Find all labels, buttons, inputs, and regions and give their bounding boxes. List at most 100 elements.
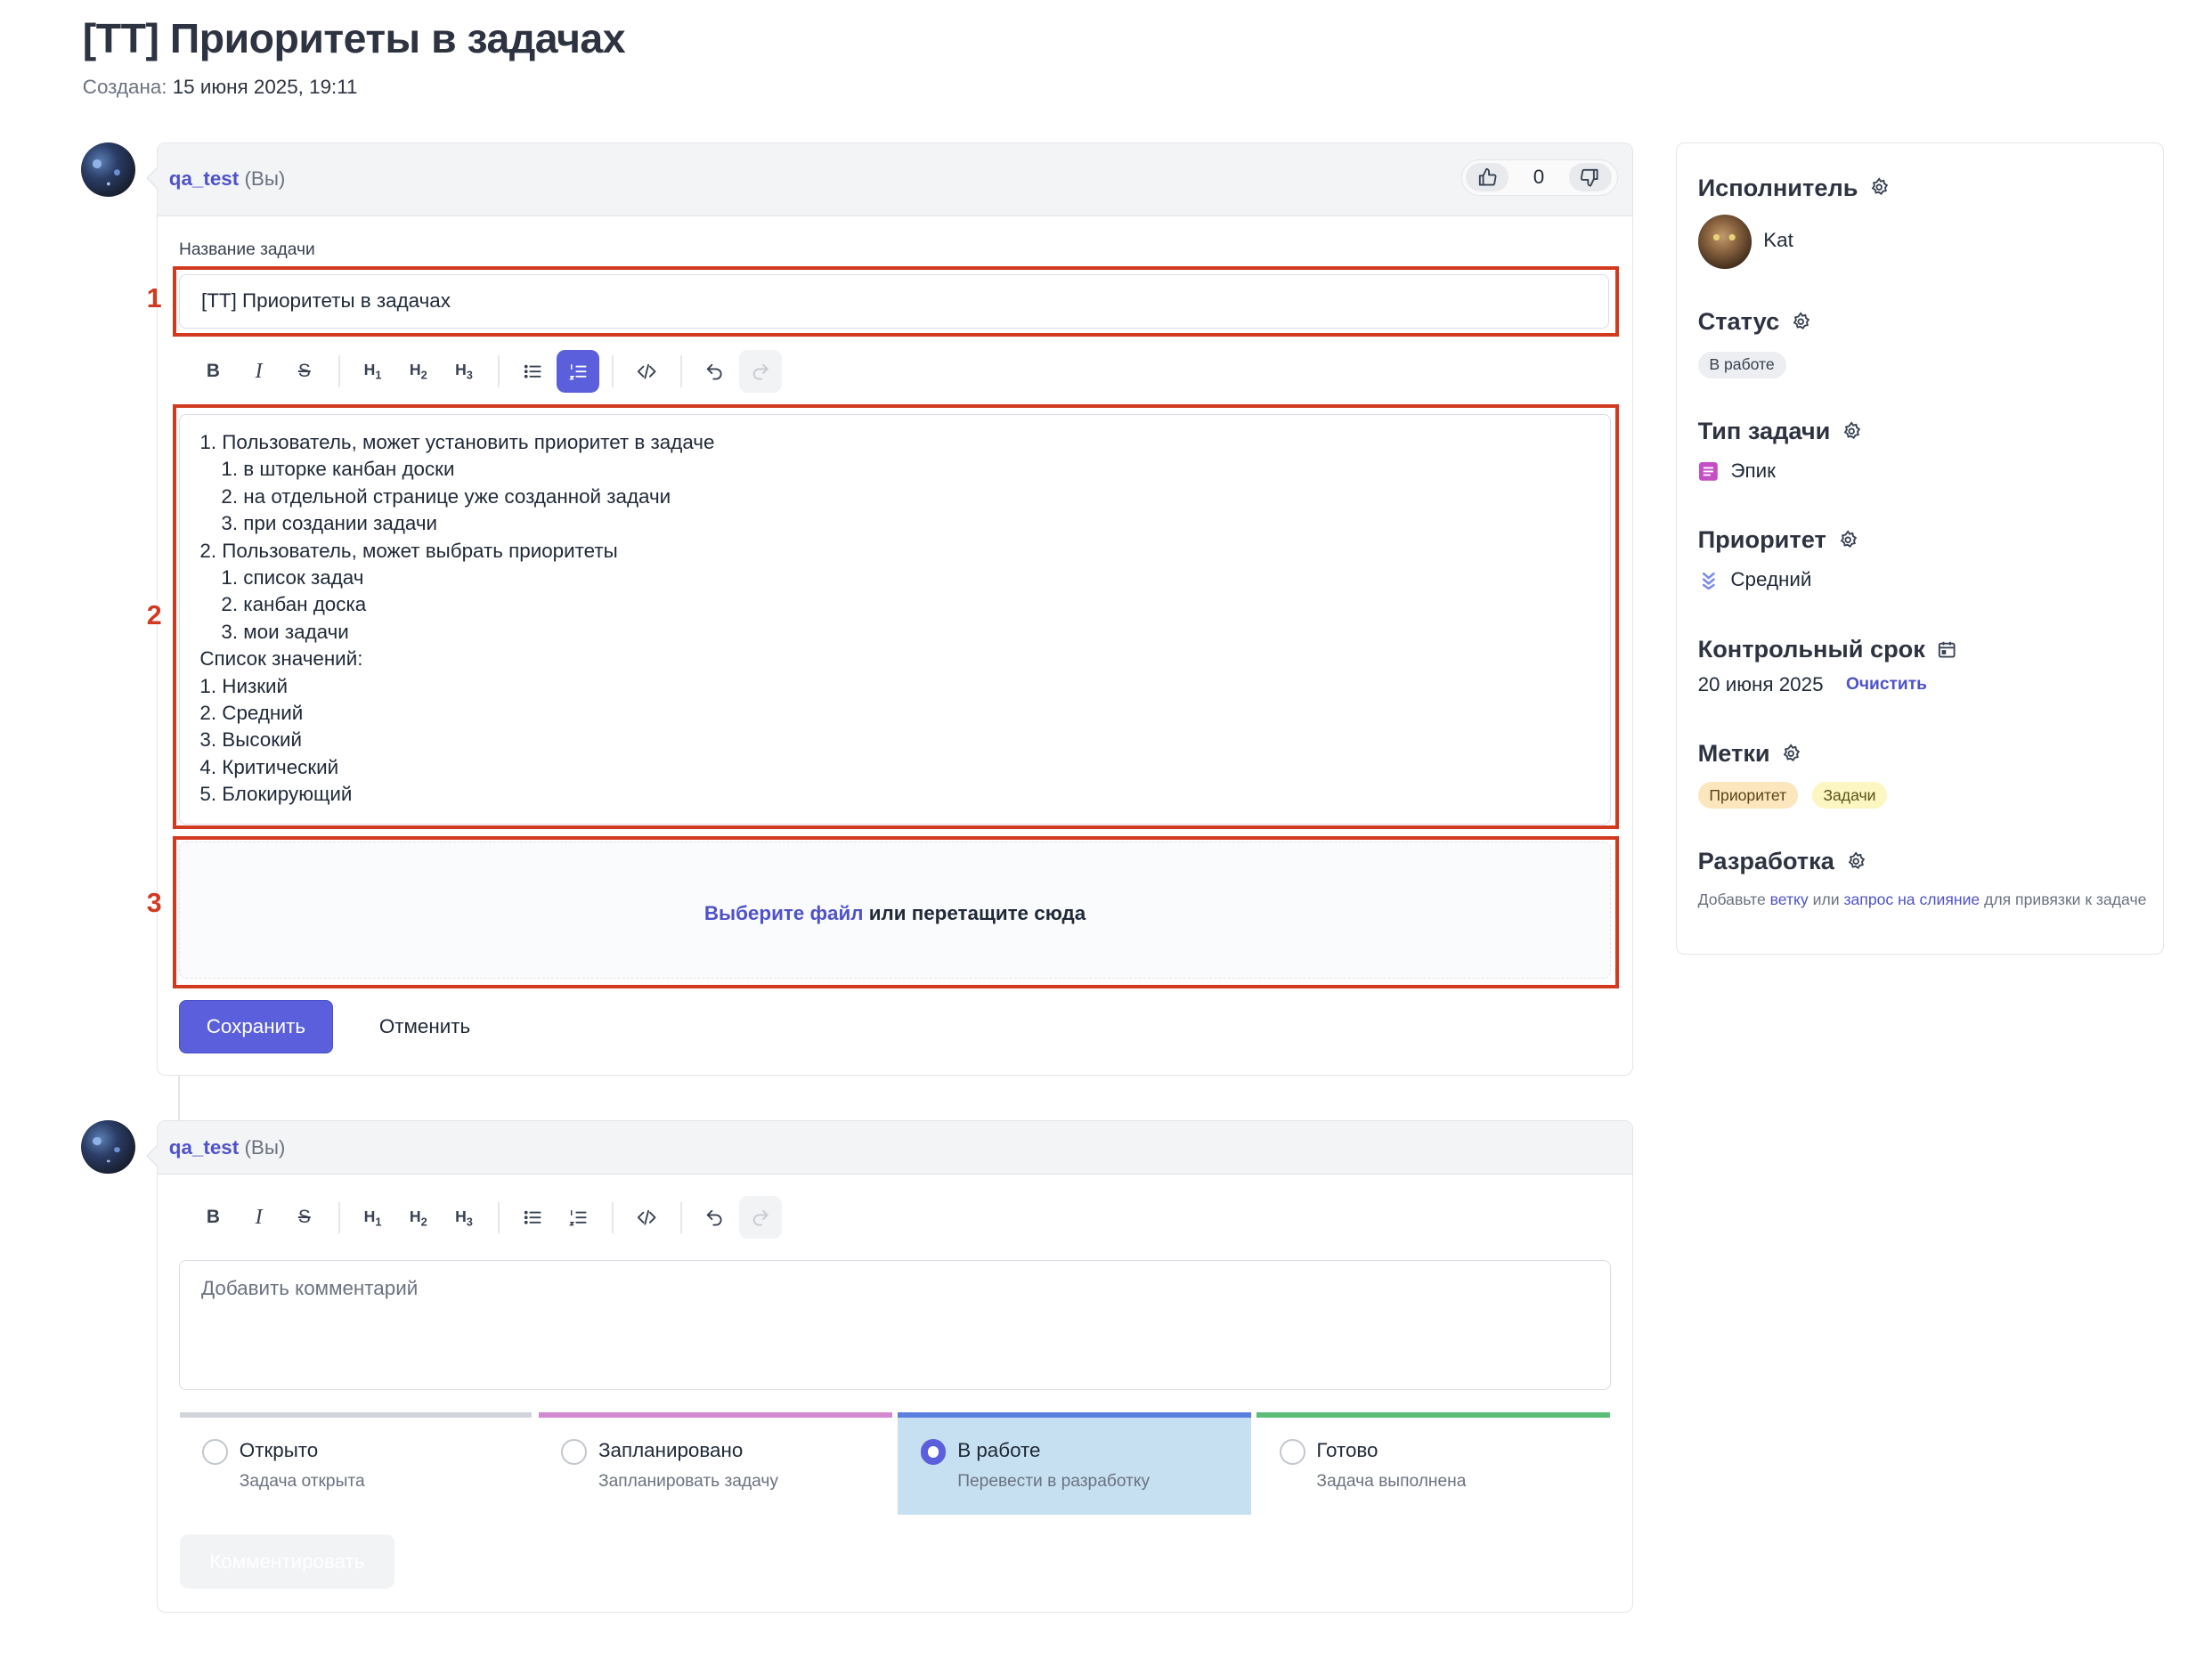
annotation-box-1	[172, 266, 1619, 337]
development-hint: Добавьте ветку или запрос на слияние для…	[1698, 889, 2151, 910]
bullet-list-button[interactable]	[511, 350, 554, 393]
comment-placeholder: Добавить комментарий	[201, 1276, 419, 1299]
redo-button[interactable]	[738, 1196, 782, 1240]
thumbs-down-icon	[1581, 168, 1598, 187]
vote-widget: 0	[1460, 159, 1618, 197]
toolbar-divider	[612, 355, 614, 387]
h2-level: 2	[420, 1215, 427, 1229]
dislike-button[interactable]	[1568, 162, 1612, 191]
assignee-avatar[interactable]	[1697, 215, 1753, 269]
italic-button[interactable]: I	[238, 350, 281, 393]
avatar[interactable]	[81, 142, 135, 197]
bold-button[interactable]: B	[191, 1196, 234, 1239]
thumbs-up-icon	[1479, 167, 1497, 186]
h3-button[interactable]: H3	[443, 350, 485, 393]
status-radio[interactable]	[202, 1438, 228, 1465]
dev-text-1: Добавьте	[1697, 890, 1766, 908]
ordered-list-button[interactable]	[556, 350, 599, 393]
labels-heading: Метки	[1698, 739, 1801, 768]
italic-glyph: I	[255, 1205, 263, 1229]
status-title: В работе	[957, 1438, 1041, 1461]
h3-letter: H	[455, 1207, 467, 1225]
ordered-list-icon	[568, 363, 587, 380]
comment-header: qa_test (Вы) 0	[146, 143, 1632, 216]
bold-button[interactable]: B	[191, 350, 234, 393]
label-tag-priority[interactable]: Приоритет	[1697, 781, 1798, 809]
redo-button[interactable]	[738, 350, 782, 393]
bullet-list-button[interactable]	[511, 1196, 554, 1239]
gear-icon[interactable]	[1846, 851, 1866, 871]
status-radio[interactable]	[920, 1438, 947, 1465]
save-button[interactable]: Сохранить	[179, 999, 333, 1054]
status-radio[interactable]	[1279, 1438, 1305, 1465]
assignee-name[interactable]: Kat	[1763, 229, 1793, 252]
assignee-heading: Исполнитель	[1698, 174, 1890, 202]
annotation-number-3: 3	[146, 887, 162, 918]
h3-button[interactable]: H3	[443, 1196, 485, 1239]
epic-icon	[1699, 462, 1718, 482]
toolbar-divider	[680, 355, 682, 387]
task-type-heading: Тип задачи	[1698, 417, 1862, 445]
status-color-bar	[179, 1411, 532, 1418]
like-button[interactable]	[1466, 162, 1509, 191]
h2-letter: H	[409, 1207, 421, 1225]
priority-medium-icon	[1702, 572, 1715, 590]
task-type-value: Эпик	[1730, 459, 1776, 483]
status-option-done[interactable]: Готово Задача выполнена	[1256, 1411, 1610, 1515]
deadline-heading: Контрольный срок	[1698, 635, 1957, 663]
avatar[interactable]	[81, 1119, 135, 1175]
h3-level: 3	[466, 1215, 473, 1229]
h3-glyph: H3	[455, 1208, 473, 1229]
annotation-box-2	[172, 404, 1619, 830]
gear-icon[interactable]	[1842, 421, 1861, 441]
status-option-open[interactable]: Открыто Задача открыта	[179, 1411, 532, 1515]
dev-text-3: для привязки к задаче	[1984, 890, 2147, 908]
author-you-label: (Вы)	[244, 167, 286, 191]
status-option-in-progress[interactable]: В работе Перевести в разработку	[898, 1411, 1251, 1515]
h2-button[interactable]: H2	[397, 1196, 440, 1239]
ordered-list-button[interactable]	[557, 1196, 599, 1239]
h1-letter: H	[363, 1207, 376, 1225]
cancel-button[interactable]: Отменить	[350, 1000, 500, 1054]
author-name-link[interactable]: qa_test	[169, 167, 239, 190]
status-radio[interactable]	[561, 1438, 588, 1465]
strike-button[interactable]: S	[283, 1196, 326, 1239]
author-you-label: (Вы)	[244, 1136, 286, 1159]
task-sidebar: Исполнитель Kat Статус В работе Тип зада…	[1675, 142, 2165, 955]
dev-text-2: или	[1812, 890, 1840, 908]
status-desc: Запланировать задачу	[598, 1471, 779, 1491]
code-button[interactable]	[625, 1196, 668, 1239]
code-icon	[637, 1209, 656, 1225]
gear-icon[interactable]	[1869, 177, 1889, 197]
label-tag-tasks[interactable]: Задачи	[1811, 781, 1888, 809]
deadline-label: Контрольный срок	[1697, 635, 1925, 663]
deadline-clear-link[interactable]: Очистить	[1846, 675, 1927, 695]
toolbar-divider	[498, 355, 500, 387]
h2-button[interactable]: H2	[397, 350, 440, 393]
gear-icon[interactable]	[1791, 312, 1810, 331]
gear-icon[interactable]	[1838, 529, 1858, 549]
redo-icon	[752, 363, 769, 380]
comment-submit-button[interactable]: Комментировать	[179, 1534, 395, 1589]
annotation-number-2: 2	[146, 599, 162, 630]
status-desc: Задача открыта	[239, 1471, 365, 1491]
h1-button[interactable]: H1	[352, 350, 394, 393]
strike-button[interactable]: S	[283, 350, 326, 393]
undo-button[interactable]	[694, 350, 736, 393]
undo-button[interactable]	[694, 1196, 736, 1239]
undo-icon	[707, 1209, 722, 1226]
annotation-number-1: 1	[146, 283, 162, 314]
redo-icon	[752, 1209, 769, 1226]
comment-input[interactable]: Добавить комментарий	[179, 1260, 1611, 1390]
branch-link[interactable]: ветку	[1770, 890, 1809, 908]
merge-request-link[interactable]: запрос на слияние	[1843, 890, 1980, 908]
calendar-icon[interactable]	[1937, 639, 1956, 659]
author-name-link[interactable]: qa_test	[169, 1136, 239, 1159]
code-button[interactable]	[625, 350, 668, 393]
italic-button[interactable]: I	[238, 1196, 281, 1239]
development-label: Разработка	[1697, 847, 1834, 875]
gear-icon[interactable]	[1781, 743, 1801, 763]
status-color-bar	[898, 1411, 1251, 1418]
h1-button[interactable]: H1	[352, 1196, 394, 1239]
status-option-planned[interactable]: Запланировано Запланировать задачу	[538, 1411, 892, 1515]
